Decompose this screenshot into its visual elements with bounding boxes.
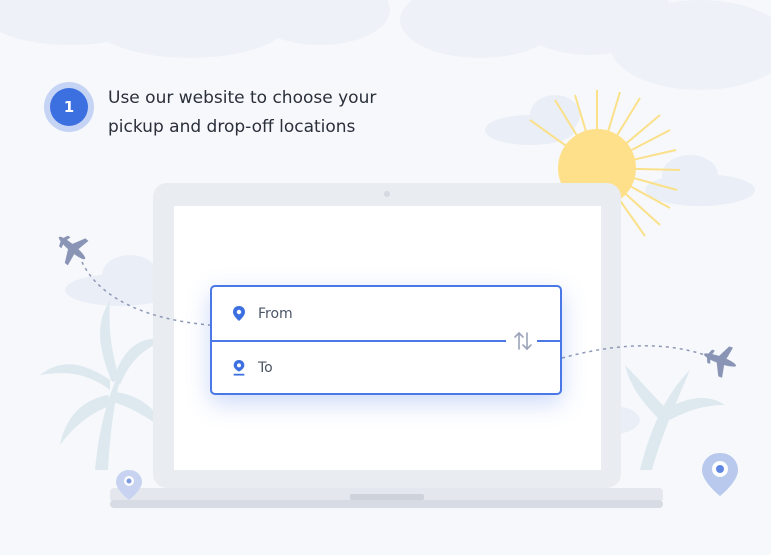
palm-right-icon: [625, 365, 725, 470]
step-line-2: pickup and drop-off locations: [108, 117, 356, 137]
palm-left-icon: [40, 300, 165, 470]
step-instruction: 1 Use our website to choose your pickup …: [44, 82, 376, 142]
step-line-1: Use our website to choose your: [108, 88, 377, 108]
to-field[interactable]: To: [212, 341, 560, 395]
step-description: Use our website to choose your pickup an…: [108, 84, 376, 142]
location-pin-underline-icon: [233, 360, 245, 376]
airplane-right-icon: [703, 346, 737, 378]
step-badge: 1: [44, 82, 94, 132]
airplane-left-icon: [58, 235, 89, 266]
step-number: 1: [50, 88, 88, 126]
top-clouds: [0, 0, 771, 90]
map-pin-right-icon: [702, 453, 738, 496]
from-label: From: [258, 306, 293, 322]
from-field[interactable]: From: [212, 287, 560, 341]
location-form: From To: [210, 285, 562, 395]
to-label: To: [258, 360, 273, 376]
location-pin-icon: [233, 306, 245, 321]
